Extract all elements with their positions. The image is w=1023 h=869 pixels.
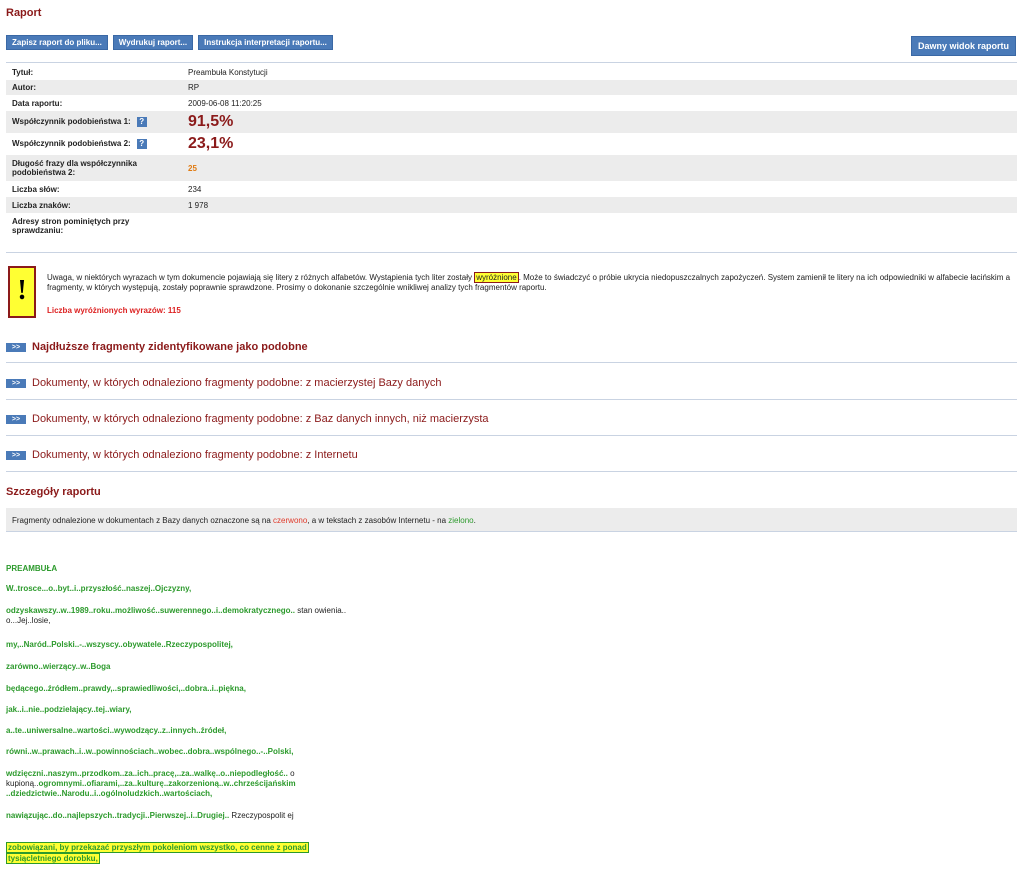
highlighted-fragment-text: zobowiązani, by przekazać przyszłym poko… — [6, 842, 309, 853]
meta-row-chars: Liczba znaków: 1 978 — [6, 197, 1017, 213]
meta-row-skipped: Adresy stron pominiętych przy sprawdzani… — [6, 213, 1017, 239]
meta-value: 234 — [188, 184, 202, 194]
instructions-button[interactable]: Instrukcja interpretacji raportu... — [198, 35, 333, 50]
fragment-text: odzyskawszy..w..1989..roku..możliwość..s… — [6, 606, 295, 615]
section-title[interactable]: Najdłuższe fragmenty zidentyfikowane jak… — [32, 341, 308, 353]
fragment-text: my,..Naród..Polski..-..wszyscy..obywatel… — [6, 640, 233, 649]
meta-value: 23,1% — [182, 133, 1017, 155]
similarity-coef-1: 91,5% — [188, 113, 234, 130]
section-internet[interactable]: >> Dokumenty, w których odnaleziono frag… — [6, 449, 358, 461]
highlight-sample: wyróżnione — [474, 272, 519, 283]
meta-label: Data raportu: — [12, 98, 63, 108]
section-other-databases[interactable]: >> Dokumenty, w których odnaleziono frag… — [6, 413, 489, 425]
fragment-text: jak..i..nie..podzielający..tej..wiary, — [6, 705, 132, 714]
save-report-button[interactable]: Zapisz raport do pliku... — [6, 35, 108, 50]
fragment-text: wdzięczni..naszym..przodkom..za..ich..pr… — [6, 769, 288, 778]
legend-text: Fragmenty odnalezione w dokumentach z Ba… — [12, 516, 274, 525]
divider — [6, 399, 1017, 400]
warning-text-part: Uwaga, w niektórych wyrazach w tym dokum… — [47, 273, 475, 282]
expand-icon[interactable]: >> — [6, 414, 26, 424]
section-own-database[interactable]: >> Dokumenty, w których odnaleziono frag… — [6, 377, 441, 389]
details-heading: Szczegóły raportu — [6, 486, 101, 498]
fragment: PREAMBUŁA — [6, 564, 366, 574]
legend-text: , a w tekstach z zasobów Internetu - na — [307, 516, 449, 525]
legend-text: . — [473, 516, 476, 525]
meta-value: RP — [188, 83, 200, 92]
report-meta-table: Tytuł: Preambuła Konstytucji Autor: RP D… — [6, 65, 1017, 239]
meta-value: 91,5% — [182, 111, 1017, 133]
meta-label: Współczynnik podobieństwa 2:? — [6, 133, 182, 155]
fragment-text: będącego..źródłem..prawdy,..sprawiedliwo… — [6, 684, 246, 693]
meta-row-coef2: Współczynnik podobieństwa 2:? 23,1% — [6, 133, 1017, 155]
meta-row-date: Data raportu: 2009-06-08 11:20:25 — [6, 95, 1017, 111]
warning-text: Uwaga, w niektórych wyrazach w tym dokum… — [47, 272, 1012, 293]
fragment-text: W..trosce...o..byt..i..przyszłość..nasze… — [6, 584, 192, 593]
meta-value — [182, 213, 1017, 239]
section-title[interactable]: Dokumenty, w których odnaleziono fragmen… — [32, 413, 489, 425]
meta-row-phrase: Długość frazy dla współczynnika podobień… — [6, 155, 1017, 181]
meta-label: Adresy stron pominiętych przy sprawdzani… — [12, 217, 130, 235]
fragment: a..te..uniwersalne..wartości..wywodzący.… — [6, 726, 366, 736]
fragment: W..trosce...o..byt..i..przyszłość..nasze… — [6, 584, 366, 594]
section-longest-fragments[interactable]: >> Najdłuższe fragmenty zidentyfikowane … — [6, 341, 308, 353]
fragment: zarówno..wierzący..w..Boga — [6, 662, 366, 672]
fragment: odzyskawszy..w..1989..roku..możliwość..s… — [6, 606, 366, 626]
divider — [6, 62, 1017, 63]
fragment: nawiązując..do..najlepszych..tradycji..P… — [6, 811, 366, 821]
fragment-text: Rzeczypospolit ej — [229, 811, 294, 820]
fragment-text: równi..w..prawach..i..w..powinnościach..… — [6, 747, 294, 756]
coef1-label: Współczynnik podobieństwa 1: — [12, 117, 131, 127]
fragment: my,..Naród..Polski..-..wszyscy..obywatel… — [6, 640, 366, 650]
meta-label: Tytuł: — [12, 68, 34, 77]
phrase-length-value: 25 — [188, 163, 197, 173]
fragment: będącego..źródłem..prawdy,..sprawiedliwo… — [6, 684, 366, 694]
fragment-text: nawiązując..do..najlepszych..tradycji..P… — [6, 811, 230, 820]
legend-green: zielono — [448, 516, 474, 525]
divider — [6, 471, 1017, 472]
fragment-text: PREAMBUŁA — [6, 564, 58, 573]
print-report-button[interactable]: Wydrukuj raport... — [112, 35, 194, 50]
meta-value: 1 978 — [188, 200, 209, 210]
page-title: Raport — [6, 7, 42, 19]
fragment: wdzięczni..naszym..przodkom..za..ich..pr… — [6, 769, 366, 799]
meta-label: Współczynnik podobieństwa 1:? — [6, 111, 182, 133]
warning-icon: ! — [8, 266, 36, 318]
help-icon[interactable]: ? — [136, 117, 147, 127]
meta-value: 25 — [182, 155, 1017, 181]
meta-row-words: Liczba słów: 234 — [6, 181, 1017, 197]
expand-icon[interactable]: >> — [6, 342, 26, 352]
fragment-text: zarówno..wierzący..w..Boga — [6, 662, 111, 671]
divider — [6, 435, 1017, 436]
toolbar: Zapisz raport do pliku... Wydrukuj rapor… — [6, 35, 333, 50]
divider — [6, 362, 1017, 363]
section-title[interactable]: Dokumenty, w których odnaleziono fragmen… — [32, 449, 358, 461]
fragment: zobowiązani, by przekazać przyszłym poko… — [6, 842, 426, 864]
expand-icon[interactable]: >> — [6, 378, 26, 388]
meta-label: Liczba słów: — [12, 184, 60, 194]
meta-label: Liczba znaków: — [12, 200, 71, 210]
highlighted-words-count: Liczba wyróżnionych wyrazów: 115 — [47, 306, 181, 315]
fragment-text: ogromnymi..ofiarami,..za..kulturę..zakor… — [6, 779, 296, 798]
meta-row-title: Tytuł: Preambuła Konstytucji — [6, 65, 1017, 80]
expand-icon[interactable]: >> — [6, 450, 26, 460]
meta-row-coef1: Współczynnik podobieństwa 1:? 91,5% — [6, 111, 1017, 133]
meta-label: Długość frazy dla współczynnika podobień… — [12, 159, 137, 177]
meta-value: 2009-06-08 11:20:25 — [188, 98, 262, 108]
meta-label: Autor: — [12, 83, 36, 92]
old-view-button[interactable]: Dawny widok raportu — [910, 36, 1016, 56]
legend-red: czerwono — [273, 516, 308, 525]
meta-row-author: Autor: RP — [6, 80, 1017, 95]
section-title[interactable]: Dokumenty, w których odnaleziono fragmen… — [32, 377, 441, 389]
help-icon[interactable]: ? — [136, 139, 147, 149]
fragment-text: a..te..uniwersalne..wartości..wywodzący.… — [6, 726, 227, 735]
fragment: jak..i..nie..podzielający..tej..wiary, — [6, 705, 366, 715]
divider — [6, 252, 1017, 253]
fragment: równi..w..prawach..i..w..powinnościach..… — [6, 747, 366, 757]
coef2-label: Współczynnik podobieństwa 2: — [12, 139, 131, 149]
highlighted-fragment-text: tysiącletniego dorobku, — [6, 853, 100, 864]
similarity-coef-2: 23,1% — [188, 135, 234, 152]
meta-value: Preambuła Konstytucji — [188, 68, 268, 77]
details-legend: Fragmenty odnalezione w dokumentach z Ba… — [6, 508, 1017, 532]
